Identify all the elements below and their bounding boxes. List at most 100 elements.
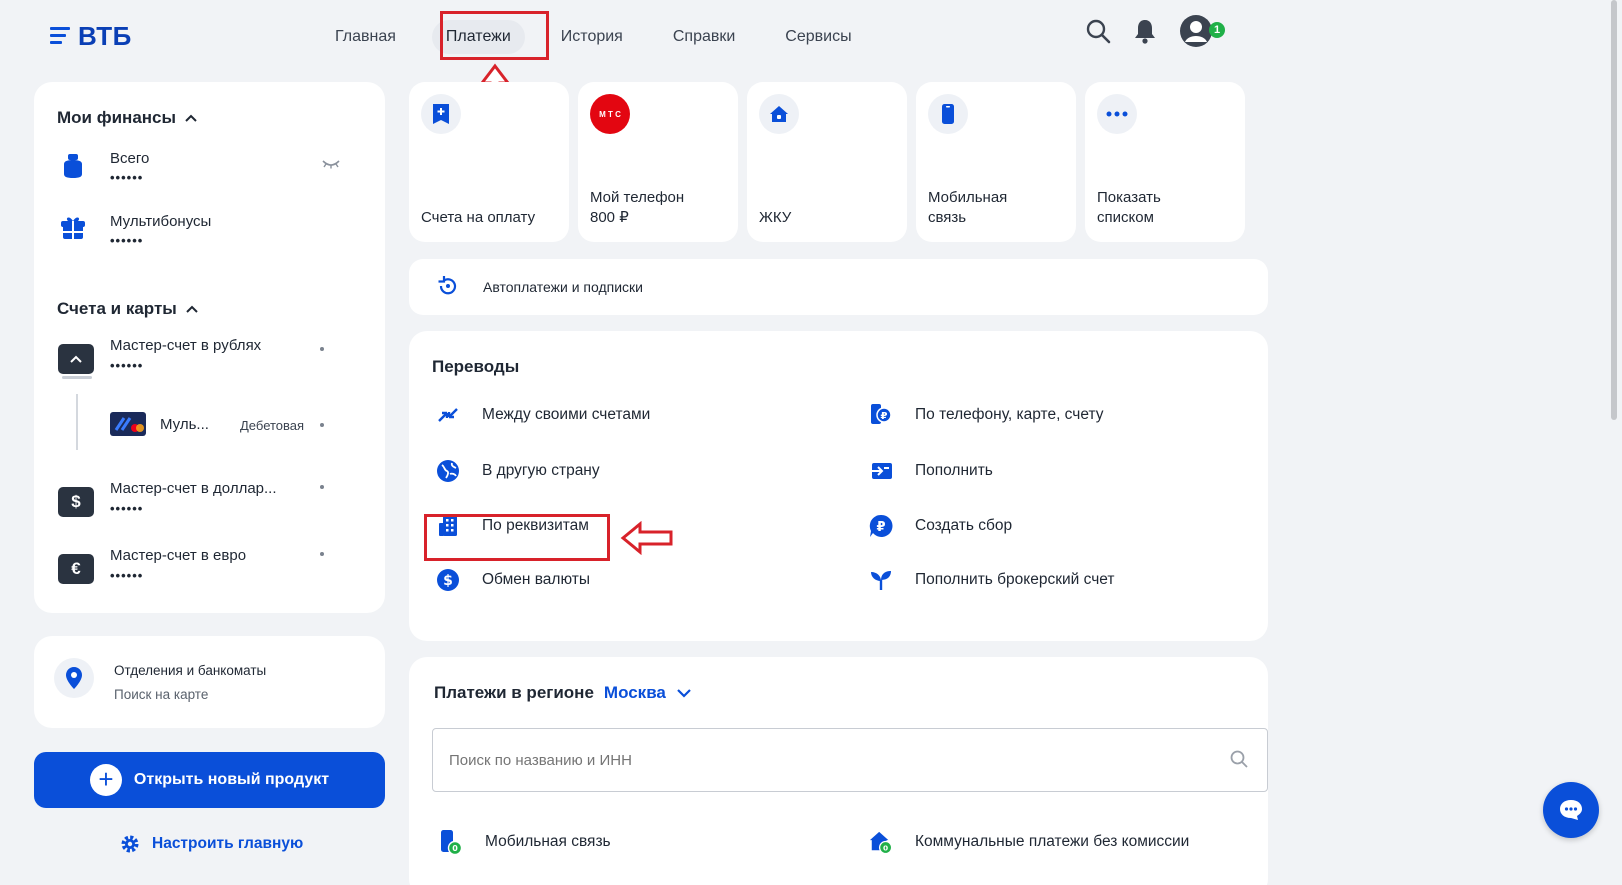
transfer-abroad[interactable]: В другую страну bbox=[436, 459, 600, 483]
account-rub-value: •••••• bbox=[110, 358, 144, 373]
vtb-logo[interactable]: ВТБ bbox=[50, 20, 132, 51]
card-thumbnail-icon[interactable] bbox=[110, 412, 146, 436]
details-highlight-box bbox=[424, 514, 610, 561]
currency-exchange[interactable]: $ Обмен валюты bbox=[436, 568, 590, 592]
search-input-icon bbox=[1229, 749, 1249, 769]
account-usd-value: •••••• bbox=[110, 501, 144, 516]
payments-highlight-box bbox=[440, 11, 549, 60]
smartphone-icon bbox=[928, 94, 968, 134]
autopay-refresh-icon bbox=[437, 275, 459, 297]
left-arrow-annotation-icon bbox=[620, 521, 673, 555]
finances-title[interactable]: Мои финансы bbox=[57, 108, 198, 128]
top-up-brokerage[interactable]: Пополнить брокерский счет bbox=[869, 568, 1115, 592]
chevron-up-icon bbox=[186, 305, 198, 313]
account-rub-row[interactable] bbox=[58, 344, 94, 374]
finances-card: Мои финансы Всего •••••• Мультибонусы ••… bbox=[34, 82, 385, 613]
page-scrollbar[interactable] bbox=[1611, 0, 1617, 420]
account-rub-label[interactable]: Мастер-счет в рублях bbox=[110, 337, 261, 354]
more-dots-icon bbox=[1097, 94, 1137, 134]
house-zero-percent-icon: 0 bbox=[869, 830, 893, 855]
dollar-icon: $ bbox=[58, 487, 94, 517]
mts-logo: М Т С bbox=[590, 94, 630, 134]
gear-icon bbox=[121, 835, 139, 853]
chat-button[interactable] bbox=[1543, 782, 1599, 838]
top-up-card-icon bbox=[869, 459, 893, 483]
vtb-logo-icon bbox=[50, 27, 72, 45]
create-fundraiser[interactable]: ₽ Создать сбор bbox=[869, 514, 1012, 538]
branches-card[interactable]: Отделения и банкоматы Поиск на карте bbox=[34, 636, 385, 728]
nav-statements[interactable]: Справки bbox=[659, 20, 749, 54]
accounts-title[interactable]: Счета и карты bbox=[57, 299, 199, 319]
tile-my-phone[interactable]: М Т С Мой телефон 800 ₽ bbox=[578, 82, 738, 242]
search-icon[interactable] bbox=[1085, 18, 1111, 44]
account-usd-label[interactable]: Мастер-счет в доллар... bbox=[110, 480, 277, 497]
dollar-coin-icon: $ bbox=[436, 568, 460, 592]
sprout-icon bbox=[869, 568, 893, 592]
globe-icon bbox=[436, 459, 460, 483]
invoice-plus-icon bbox=[421, 94, 461, 134]
finance-total-value: •••••• bbox=[110, 170, 144, 185]
transfer-by-phone-card[interactable]: ₽ По телефону, карте, счету bbox=[869, 403, 1103, 427]
account-eur-value: •••••• bbox=[110, 568, 144, 583]
euro-icon: € bbox=[58, 554, 94, 584]
bell-icon[interactable] bbox=[1133, 18, 1157, 44]
phone-ruble-icon: ₽ bbox=[869, 403, 893, 427]
transfers-title: Переводы bbox=[432, 357, 520, 376]
house-icon bbox=[759, 94, 799, 134]
autopay-row[interactable]: Автоплатежи и подписки bbox=[409, 259, 1268, 315]
account-usd-dot bbox=[320, 485, 324, 489]
hide-balance-eye-icon[interactable] bbox=[322, 159, 340, 169]
open-new-product-button[interactable]: + Открыть новый продукт bbox=[34, 752, 385, 808]
card-multi-label[interactable]: Муль... bbox=[160, 416, 209, 433]
chevron-down-icon[interactable] bbox=[676, 688, 692, 698]
multibonus-value: •••••• bbox=[110, 233, 144, 248]
svg-text:₽: ₽ bbox=[881, 411, 888, 422]
location-pin-icon bbox=[54, 658, 94, 698]
customize-home-link[interactable]: Настроить главную bbox=[120, 834, 303, 854]
chat-bubble-icon bbox=[1560, 800, 1582, 820]
notification-badge: 1 bbox=[1209, 22, 1225, 38]
card-type-label: Дебетовая bbox=[240, 418, 305, 433]
user-icon bbox=[1180, 15, 1212, 47]
tile-mobile[interactable]: Мобильная связь bbox=[916, 82, 1076, 242]
ruble-speech-icon: ₽ bbox=[869, 514, 893, 538]
top-up[interactable]: Пополнить bbox=[869, 459, 993, 483]
tile-utilities[interactable]: ЖКУ bbox=[747, 82, 907, 242]
card-stack-divider bbox=[62, 376, 92, 379]
card-dot bbox=[320, 423, 324, 427]
collapse-chevron-icon[interactable] bbox=[58, 344, 94, 374]
svg-text:₽: ₽ bbox=[876, 520, 885, 535]
region-mobile[interactable]: 0 Мобильная связь bbox=[439, 830, 611, 855]
tile-invoices[interactable]: Счета на оплату bbox=[409, 82, 569, 242]
vtb-logo-text: ВТБ bbox=[78, 20, 132, 51]
account-rub-dot bbox=[320, 347, 324, 351]
moneybag-icon bbox=[60, 152, 86, 180]
account-eur-dot bbox=[320, 552, 324, 556]
account-eur-label[interactable]: Мастер-счет в евро bbox=[110, 547, 246, 564]
transfers-card: Переводы Между своими счетами В другую с… bbox=[409, 331, 1268, 641]
branches-title: Отделения и банкоматы bbox=[114, 663, 267, 678]
svg-text:0: 0 bbox=[883, 843, 888, 852]
tree-line bbox=[76, 394, 78, 450]
profile-avatar[interactable]: 1 bbox=[1179, 14, 1225, 48]
plus-icon: + bbox=[89, 764, 122, 796]
branches-subtitle: Поиск на карте bbox=[114, 687, 209, 702]
region-header: Платежи в регионе Москва bbox=[434, 683, 692, 703]
svg-text:$: $ bbox=[443, 573, 453, 589]
transfer-between-own[interactable]: Между своими счетами bbox=[436, 403, 650, 427]
nav-history[interactable]: История bbox=[547, 20, 637, 54]
region-search-input[interactable] bbox=[432, 728, 1268, 792]
nav-services[interactable]: Сервисы bbox=[771, 20, 865, 54]
chevron-up-icon bbox=[185, 114, 197, 122]
mobile-zero-percent-icon: 0 bbox=[439, 830, 463, 855]
finance-total-label: Всего bbox=[110, 150, 150, 167]
multibonus-label: Мультибонусы bbox=[110, 213, 212, 230]
tile-show-list[interactable]: Показать списком bbox=[1085, 82, 1245, 242]
nav-home[interactable]: Главная bbox=[335, 20, 410, 54]
header-actions: 1 bbox=[1085, 14, 1225, 48]
gift-icon bbox=[60, 215, 86, 241]
swap-arrows-icon bbox=[436, 403, 460, 427]
svg-text:0: 0 bbox=[452, 844, 458, 853]
region-city-selector[interactable]: Москва bbox=[604, 683, 666, 703]
region-utilities[interactable]: 0 Коммунальные платежи без комиссии bbox=[869, 830, 1189, 855]
